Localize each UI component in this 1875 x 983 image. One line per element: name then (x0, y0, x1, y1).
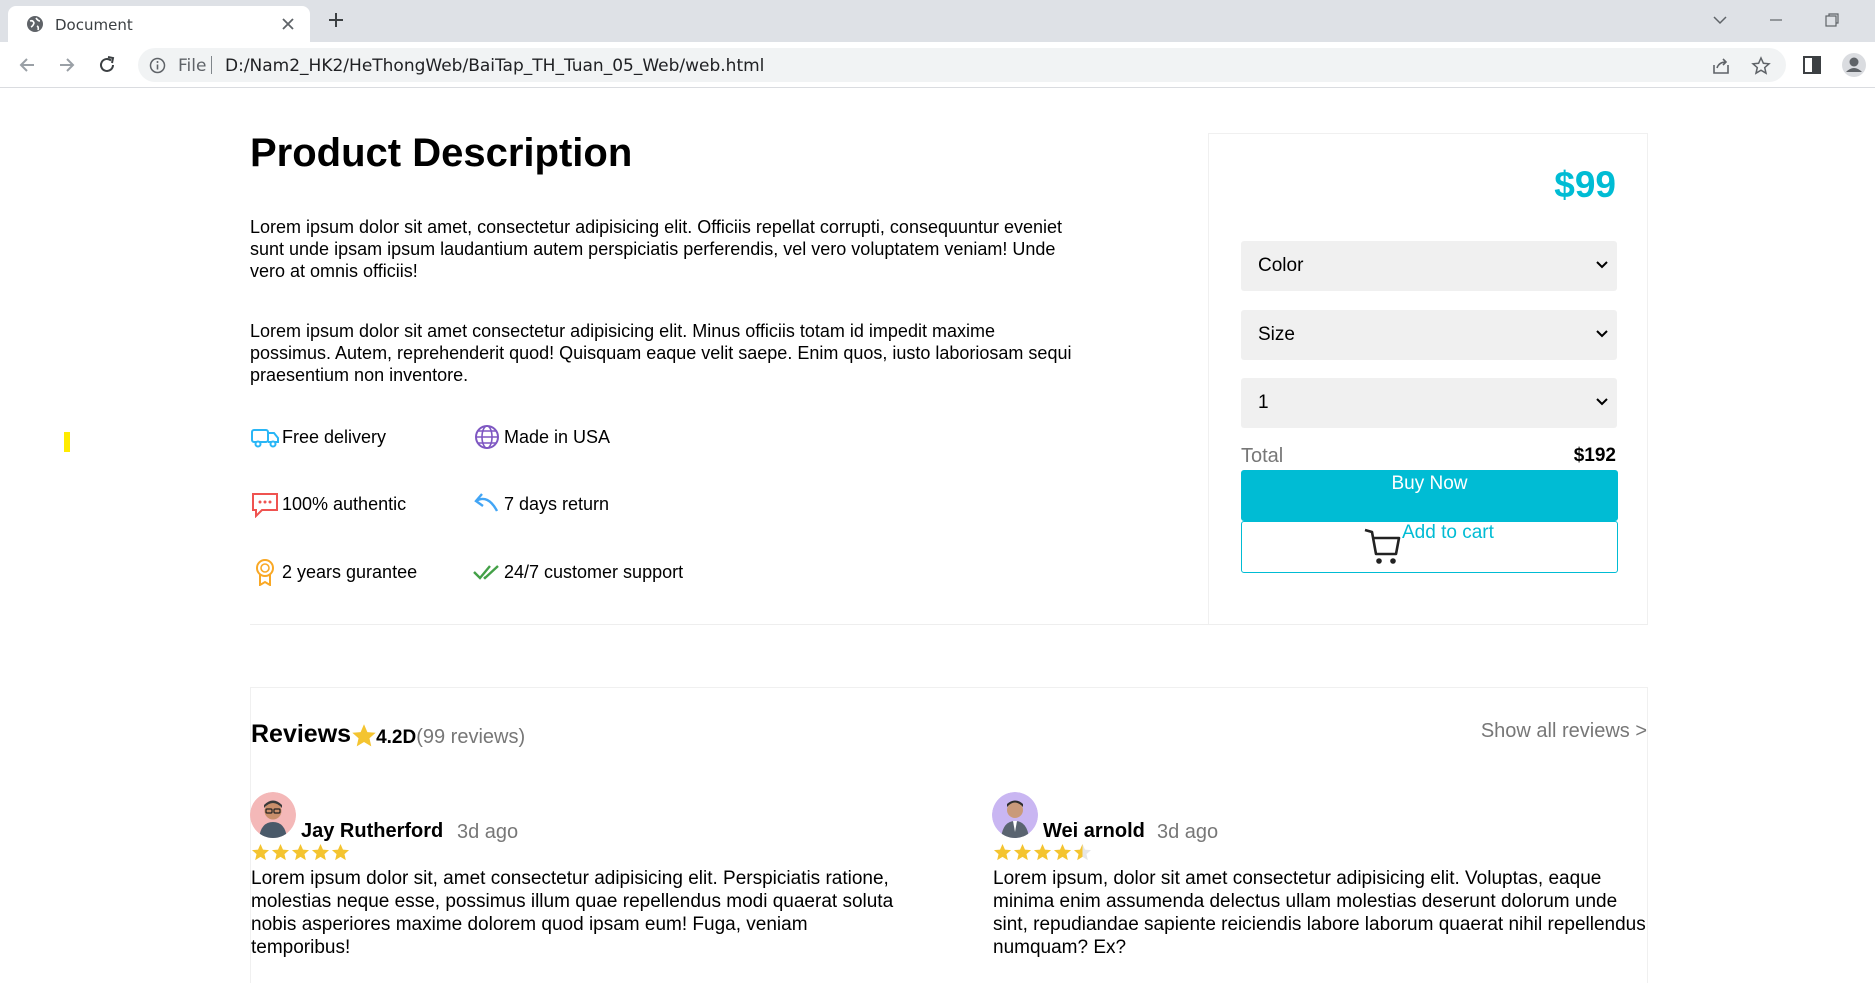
tab-title: Document (55, 16, 133, 34)
feature-label: 7 days return (504, 493, 610, 514)
back-arrow-icon[interactable] (16, 54, 38, 76)
feature-label: 100% authentic (282, 493, 407, 514)
browser-toolbar: File D:/Nam2_HK2/HeThongWeb/BaiTap_TH_Tu… (0, 42, 1875, 88)
reviewer-name: Jay Rutherford (301, 820, 444, 842)
profile-avatar-icon[interactable] (1841, 52, 1867, 78)
page-title: Product Description (250, 131, 633, 175)
person-avatar-icon (992, 792, 1038, 838)
return-arrow-icon (474, 493, 499, 512)
star-icon (331, 843, 350, 861)
star-icon (1033, 843, 1052, 861)
total-value: $192 (1573, 445, 1616, 466)
chat-icon (252, 493, 278, 518)
price: $99 (1554, 164, 1616, 205)
browser-tab-strip: Document (0, 0, 1875, 42)
address-scheme: File (178, 56, 207, 76)
info-icon[interactable] (149, 57, 166, 74)
feature-guarantee: 2 years gurantee (250, 558, 417, 586)
select-value: Size (1258, 324, 1295, 345)
feature-support: 24/7 customer support (472, 558, 683, 586)
buy-now-button[interactable]: Buy Now (1241, 470, 1618, 521)
star-icon (352, 724, 376, 747)
address-bar[interactable]: File D:/Nam2_HK2/HeThongWeb/BaiTap_TH_Tu… (138, 48, 1786, 82)
browser-tab[interactable]: Document (8, 6, 310, 42)
rating-stars (993, 843, 1092, 862)
star-bookmark-icon[interactable] (1751, 56, 1771, 76)
globe-icon (475, 425, 499, 449)
star-icon (1013, 843, 1032, 861)
feature-label: 2 years gurantee (282, 561, 418, 582)
chevron-down-icon (1596, 398, 1608, 406)
avatar (992, 792, 1038, 838)
feature-return: 7 days return (472, 490, 609, 518)
restore-icon[interactable] (1822, 10, 1842, 30)
star-icon (271, 843, 290, 861)
section-divider (250, 624, 1648, 625)
review-count: (99 reviews) (416, 726, 526, 748)
reload-icon[interactable] (96, 54, 118, 76)
share-icon[interactable] (1711, 56, 1731, 76)
close-icon[interactable] (280, 16, 296, 32)
chevron-down-icon (1596, 261, 1608, 269)
globe-icon (27, 16, 43, 32)
new-tab-icon[interactable] (326, 10, 346, 30)
feature-authentic: 100% authentic (250, 490, 406, 518)
address-separator (211, 56, 212, 74)
feature-free-delivery: Free delivery (250, 423, 386, 451)
select-value: 1 (1258, 392, 1269, 413)
select-value: Color (1258, 255, 1304, 276)
award-icon (256, 559, 274, 586)
feature-made-in-usa: Made in USA (472, 423, 610, 451)
description-paragraph: Lorem ipsum dolor sit amet consectetur a… (250, 321, 1072, 385)
color-select[interactable]: Color (1241, 241, 1617, 291)
purchase-panel: $99 Color Size 1 Total $192 Buy Now Add … (1208, 133, 1648, 625)
review-time: 3d ago (1157, 821, 1219, 843)
add-to-cart-label: Add to cart (1402, 522, 1494, 543)
star-icon (1053, 843, 1072, 861)
chevron-down-icon (1596, 330, 1608, 338)
review-text: Lorem ipsum, dolor sit amet consectetur … (993, 868, 1646, 958)
truck-icon (251, 429, 279, 448)
review-time: 3d ago (457, 821, 519, 843)
person-avatar-icon (250, 792, 296, 838)
show-all-reviews-link[interactable]: Show all reviews > (1481, 720, 1647, 743)
highlight-marker (64, 432, 70, 452)
review-text: Lorem ipsum dolor sit, amet consectetur … (251, 868, 894, 958)
size-select[interactable]: Size (1241, 310, 1617, 360)
feature-label: Made in USA (504, 426, 611, 447)
total-label: Total (1241, 445, 1284, 467)
half-star-icon (1073, 843, 1092, 861)
reviewer-name: Wei arnold (1043, 820, 1145, 842)
avatar (250, 792, 296, 838)
quantity-select[interactable]: 1 (1241, 378, 1617, 428)
side-panel-icon[interactable] (1801, 54, 1823, 76)
reviews-title: Reviews (251, 720, 352, 748)
average-rating: 4.2D (376, 727, 417, 748)
rating-stars (251, 843, 350, 862)
chevron-down-icon[interactable] (1710, 10, 1730, 30)
add-to-cart-button[interactable]: Add to cart (1241, 521, 1618, 573)
description-paragraph: Lorem ipsum dolor sit amet, consectetur … (250, 217, 1063, 281)
star-icon (311, 843, 330, 861)
cart-icon (1364, 528, 1401, 564)
forward-arrow-icon[interactable] (56, 54, 78, 76)
feature-label: Free delivery (282, 426, 387, 447)
feature-label: 24/7 customer support (504, 561, 684, 582)
double-check-icon (473, 565, 499, 580)
minimize-icon[interactable] (1766, 10, 1786, 30)
star-icon (291, 843, 310, 861)
address-url[interactable]: D:/Nam2_HK2/HeThongWeb/BaiTap_TH_Tuan_05… (225, 56, 764, 76)
reviews-header: Reviews 4.2D (99 reviews) (251, 720, 525, 749)
star-icon (251, 843, 270, 861)
star-icon (993, 843, 1012, 861)
